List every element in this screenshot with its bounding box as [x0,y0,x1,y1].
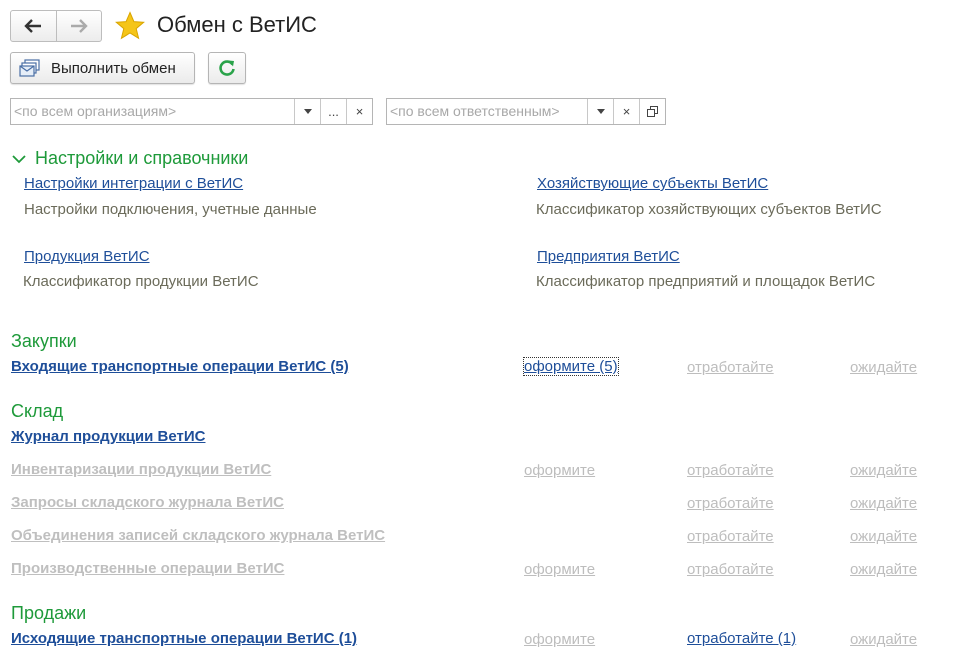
refresh-button[interactable] [208,52,246,84]
organization-dropdown-button[interactable] [294,99,320,124]
organization-filter-input[interactable]: <по всем организациям> [11,99,294,124]
business-entities-link[interactable]: Хозяйствующие субъекты ВетИС [537,175,768,192]
integration-settings-desc: Настройки подключения, учетные данные [24,201,317,218]
integration-settings-link[interactable]: Настройки интеграции с ВетИС [24,175,243,192]
journal-requests-wait-link[interactable]: ожидайте [850,495,917,512]
outgoing-wait-link[interactable]: ожидайте [850,631,917,648]
outgoing-transport-ops-link[interactable]: Исходящие транспортные операции ВетИС (1… [11,630,357,647]
journal-requests-work-link[interactable]: отработайте [687,495,774,512]
arrow-left-icon [24,19,42,33]
responsible-filter-input[interactable]: <по всем ответственным> [387,99,587,124]
run-exchange-button[interactable]: Выполнить обмен [10,52,195,84]
production-ops-link[interactable]: Производственные операции ВетИС [11,560,284,577]
journal-merges-work-link[interactable]: отработайте [687,528,774,545]
chevron-down-icon [12,154,26,163]
incoming-work-link[interactable]: отработайте [687,359,774,376]
responsible-clear-button[interactable]: × [613,99,639,124]
incoming-wait-link[interactable]: ожидайте [850,359,917,376]
organization-filter[interactable]: <по всем организациям> ... × [10,98,373,125]
purchases-section-title: Закупки [11,331,77,351]
open-window-icon [647,106,658,117]
products-desc: Классификатор продукции ВетИС [23,273,259,290]
journal-merges-link[interactable]: Объединения записей складского журнала В… [11,527,385,544]
star-icon[interactable] [115,11,145,41]
sales-section-title: Продажи [11,603,87,623]
navigation-buttons [10,10,102,42]
incoming-issue-link[interactable]: оформите (5) [523,357,619,376]
inventory-work-link[interactable]: отработайте [687,462,774,479]
journal-merges-wait-link[interactable]: ожидайте [850,528,917,545]
production-issue-link[interactable]: оформите [524,561,595,578]
arrow-right-icon [70,19,88,33]
production-wait-link[interactable]: ожидайте [850,561,917,578]
outgoing-issue-link[interactable]: оформите [524,631,595,648]
forward-button[interactable] [55,11,102,41]
responsible-open-button[interactable] [639,99,665,124]
settings-section-title: Настройки и справочники [35,148,249,168]
organization-select-button[interactable]: ... [320,99,346,124]
outgoing-work-link[interactable]: отработайте (1) [687,630,796,647]
journal-requests-link[interactable]: Запросы складского журнала ВетИС [11,494,284,511]
responsible-filter[interactable]: <по всем ответственным> × [386,98,666,125]
envelope-exchange-icon [19,59,40,77]
production-work-link[interactable]: отработайте [687,561,774,578]
organization-clear-button[interactable]: × [346,99,372,124]
back-button[interactable] [11,11,56,41]
page-title: Обмен с ВетИС [157,12,317,37]
responsible-dropdown-button[interactable] [587,99,613,124]
product-journal-link[interactable]: Журнал продукции ВетИС [11,428,205,445]
incoming-transport-ops-link[interactable]: Входящие транспортные операции ВетИС (5) [11,358,349,375]
enterprises-desc: Классификатор предприятий и площадок Вет… [536,273,876,290]
products-link[interactable]: Продукция ВетИС [24,248,150,265]
refresh-icon [219,60,235,76]
enterprises-link[interactable]: Предприятия ВетИС [537,248,680,265]
dropdown-arrow-icon [596,109,605,114]
settings-section-header[interactable]: Настройки и справочники [12,148,248,169]
warehouse-section-title: Склад [11,401,64,421]
inventory-link[interactable]: Инвентаризации продукции ВетИС [11,461,271,478]
business-entities-desc: Классификатор хозяйствующих субъектов Ве… [536,201,882,218]
inventory-wait-link[interactable]: ожидайте [850,462,917,479]
inventory-issue-link[interactable]: оформите [524,462,595,479]
run-exchange-label: Выполнить обмен [51,59,176,77]
dropdown-arrow-icon [303,109,312,114]
